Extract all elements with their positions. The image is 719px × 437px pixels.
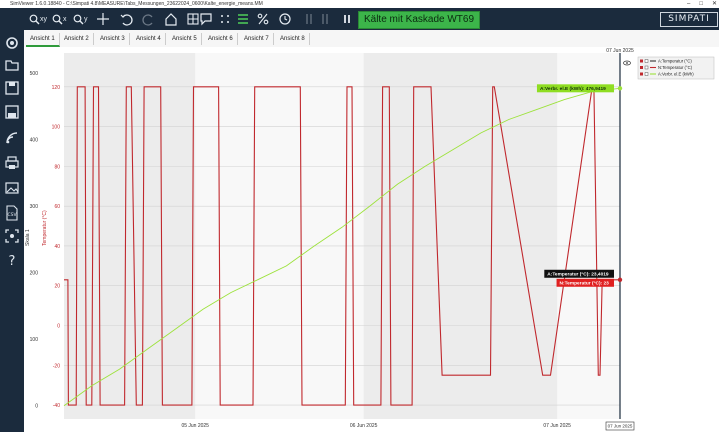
scale1-tick-label: 300 bbox=[30, 204, 39, 210]
visibility-eye-icon[interactable] bbox=[623, 60, 631, 66]
scale1-tick-label: 400 bbox=[30, 138, 39, 144]
day-band bbox=[557, 53, 620, 419]
screenshot-icon[interactable] bbox=[4, 228, 20, 244]
undo-icon[interactable] bbox=[119, 11, 133, 27]
scale1-tick-label: 500 bbox=[30, 71, 39, 77]
marker-end-icon[interactable] bbox=[320, 11, 330, 27]
scale1-tick-label: 0 bbox=[35, 404, 38, 410]
grid-dots-icon[interactable] bbox=[218, 11, 232, 27]
temperature-tick-label: 0 bbox=[57, 324, 60, 330]
magnifier-icon bbox=[52, 14, 63, 24]
minimize-icon[interactable]: – bbox=[687, 0, 690, 8]
simpati-logo: SIMPATI bbox=[660, 12, 718, 27]
legend-checkbox[interactable] bbox=[644, 65, 649, 70]
temperature-tick-label: 20 bbox=[54, 284, 60, 290]
save-icon[interactable] bbox=[4, 80, 20, 96]
tab-ansicht-3[interactable]: Ansicht 3 bbox=[96, 33, 130, 45]
legend-label: A:Verbr. el.E (kWh) bbox=[658, 72, 694, 77]
window-title: SimViewer 1.6.0.18840 - C:\Simpati 4.8\M… bbox=[10, 1, 263, 7]
temperature-tick-label: -20 bbox=[53, 363, 60, 369]
help-icon[interactable]: ? bbox=[4, 252, 20, 268]
sidebar: CSV ? bbox=[0, 8, 24, 432]
legend-dot bbox=[640, 72, 643, 76]
magnifier-icon bbox=[73, 14, 84, 24]
chart-svg[interactable]: 120100806040200-20-405004003002001000Ska… bbox=[24, 47, 719, 432]
cursor-value-verbr: A:Verbr. el.E (kWh): 476,9419 bbox=[540, 86, 606, 92]
zoom-x-label: x bbox=[63, 15, 67, 23]
temperature-tick-label: 40 bbox=[54, 244, 60, 250]
clock-icon[interactable] bbox=[278, 11, 292, 27]
zoom-y-button[interactable]: y bbox=[73, 11, 88, 27]
legend-label: A:Temperatur (°C) bbox=[658, 59, 692, 64]
image-export-icon[interactable] bbox=[4, 180, 20, 196]
svg-text:?: ? bbox=[9, 254, 16, 268]
tab-ansicht-5[interactable]: Ansicht 5 bbox=[168, 33, 202, 45]
crosshair-icon[interactable] bbox=[96, 11, 110, 27]
scale1-axis-title: Skala 1 bbox=[25, 229, 31, 246]
open-folder-icon[interactable] bbox=[4, 57, 20, 73]
temperature-tick-label: 120 bbox=[52, 85, 61, 91]
zoom-xy-button[interactable]: xy bbox=[29, 11, 47, 27]
cursor-date-label: 07 Jun 2025 bbox=[608, 424, 633, 429]
x-tick-label: 07 Jun 2025 bbox=[543, 423, 571, 429]
legend-checkbox[interactable] bbox=[644, 59, 649, 63]
tab-ansicht-6[interactable]: Ansicht 6 bbox=[204, 33, 238, 45]
comment-icon[interactable] bbox=[199, 11, 213, 27]
csv-export-icon[interactable]: CSV bbox=[4, 205, 20, 221]
temperature-axis-title: Temperatur (°C) bbox=[42, 210, 48, 246]
tab-ansicht-4[interactable]: Ansicht 4 bbox=[132, 33, 166, 45]
temperature-cursor-marker bbox=[617, 277, 623, 282]
maximize-icon[interactable]: □ bbox=[699, 0, 703, 8]
legend-dot bbox=[640, 59, 643, 63]
scale1-tick-label: 100 bbox=[30, 337, 39, 343]
list-icon[interactable] bbox=[236, 11, 250, 27]
svg-text:CSV: CSV bbox=[7, 212, 17, 218]
chart-area[interactable]: 120 100 80 60 40 20 0 -20 -40 500 400 300 200 100 0 Ska… bbox=[24, 47, 719, 432]
temperature-tick-label: 60 bbox=[54, 204, 60, 210]
view-tabs: Ansicht 1 Ansicht 2 Ansicht 3 Ansicht 4 … bbox=[24, 30, 719, 48]
temperature-tick-label: 100 bbox=[52, 125, 61, 131]
grid-icon[interactable] bbox=[186, 11, 200, 27]
zoom-y-label: y bbox=[84, 15, 88, 23]
zoom-xy-label: xy bbox=[40, 15, 47, 23]
kaskade-button[interactable]: Kälte mit Kaskade WT69 bbox=[358, 11, 480, 29]
energy-cursor-marker bbox=[617, 86, 623, 91]
print-icon[interactable] bbox=[4, 155, 20, 171]
save-as-icon[interactable] bbox=[4, 104, 20, 120]
signal-icon[interactable] bbox=[4, 130, 20, 146]
cursor-value-a-temp: A:Temperatur (°C): 23,4019 bbox=[547, 272, 609, 278]
zoom-x-button[interactable]: x bbox=[52, 11, 67, 27]
scale1-tick-label: 200 bbox=[30, 271, 39, 277]
home-icon[interactable] bbox=[164, 11, 178, 27]
x-tick-label: 06 Jun 2025 bbox=[350, 423, 378, 429]
percent-icon[interactable] bbox=[256, 11, 270, 27]
close-icon[interactable]: ✕ bbox=[712, 0, 717, 8]
tab-ansicht-2[interactable]: Ansicht 2 bbox=[60, 33, 94, 45]
legend-dot bbox=[640, 66, 643, 69]
tab-ansicht-7[interactable]: Ansicht 7 bbox=[240, 33, 274, 45]
marker-start-icon[interactable] bbox=[304, 11, 314, 27]
magnifier-icon bbox=[29, 14, 40, 24]
settings-gear-icon[interactable] bbox=[4, 35, 20, 51]
temperature-tick-label: 80 bbox=[54, 164, 60, 170]
tab-ansicht-8[interactable]: Ansicht 8 bbox=[276, 33, 310, 45]
cursor-value-n-temp: N:Temperatur (°C): 23 bbox=[560, 281, 610, 287]
temperature-tick-label: -40 bbox=[53, 403, 60, 409]
window-controls: – □ ✕ bbox=[687, 0, 717, 8]
tab-ansicht-1[interactable]: Ansicht 1 bbox=[26, 33, 60, 47]
legend-label: N:Temperatur (°C) bbox=[658, 65, 693, 70]
legend-checkbox[interactable] bbox=[644, 72, 649, 76]
x-tick-label: 05 Jun 2025 bbox=[181, 423, 209, 429]
title-bar: SimViewer 1.6.0.18840 - C:\Simpati 4.8\M… bbox=[0, 0, 719, 8]
redo-icon[interactable] bbox=[142, 11, 156, 27]
pause-icon[interactable] bbox=[342, 11, 352, 27]
